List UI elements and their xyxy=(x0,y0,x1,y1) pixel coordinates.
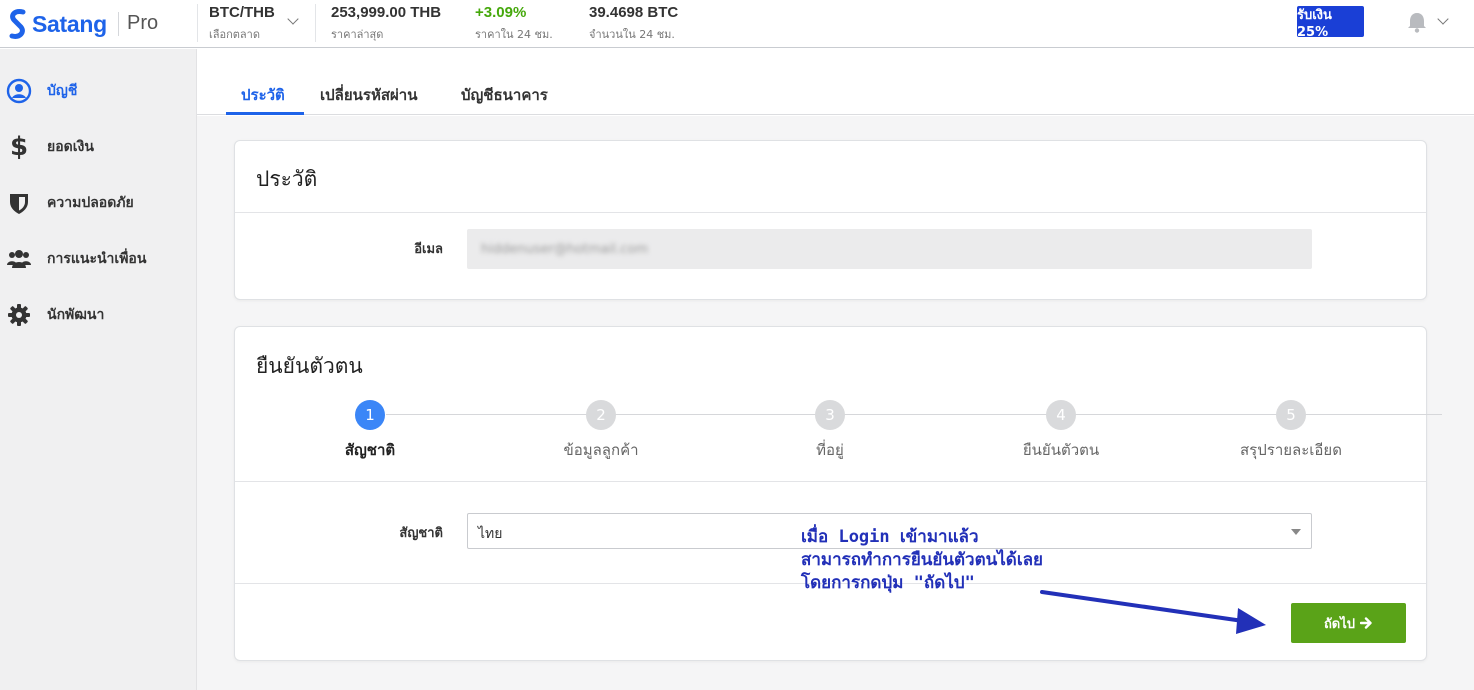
top-bar: Satang Pro BTC/THB เลือกตลาด 253,999.00 … xyxy=(0,0,1474,48)
shield-icon xyxy=(10,194,28,214)
annotation-line: โดยการกดปุ่ม "ถัดไป" xyxy=(801,573,975,593)
logo[interactable]: Satang xyxy=(8,8,107,40)
chevron-down-icon[interactable] xyxy=(1437,13,1449,25)
active-tab-indicator xyxy=(226,112,304,115)
sidebar-item-balance[interactable]: $ ยอดเงิน xyxy=(0,127,197,167)
chevron-down-icon[interactable] xyxy=(287,13,299,25)
verify-title: ยืนยันตัวตน xyxy=(256,354,363,378)
sidebar-item-referral[interactable]: การแนะนำเพื่อน xyxy=(0,239,197,279)
pair-sub: เลือกตลาด xyxy=(209,28,260,41)
sidebar-item-label: นักพัฒนา xyxy=(47,307,105,323)
step-3-label: ที่อยู่ xyxy=(816,441,844,459)
sidebar-item-label: ความปลอดภัย xyxy=(47,195,134,211)
step-3-circle: 3 xyxy=(815,400,845,430)
email-label: อีเมล xyxy=(414,242,443,257)
next-label: ถัดไป xyxy=(1323,616,1356,632)
pair-label: BTC/THB xyxy=(209,4,275,21)
satang-logo-icon xyxy=(9,9,26,39)
users-icon xyxy=(7,250,31,268)
email-value: hiddenuser@hotmail.com xyxy=(481,242,648,257)
sidebar-item-label: ยอดเงิน xyxy=(47,139,94,155)
last-price-sub: ราคาล่าสุด xyxy=(331,28,384,41)
sidebar-item-account[interactable]: บัญชี xyxy=(0,71,197,111)
dollar-icon: $ xyxy=(9,132,29,162)
step-5-circle: 5 xyxy=(1276,400,1306,430)
last-price-value: 253,999.00 THB xyxy=(331,4,442,21)
profile-title: ประวัติ xyxy=(256,167,318,191)
step-2-label: ข้อมูลลูกค้า xyxy=(563,441,639,459)
divider xyxy=(235,212,1426,213)
tab-change-password[interactable]: เปลี่ยนรหัสผ่าน xyxy=(320,83,417,107)
volume-value: 39.4698 BTC xyxy=(589,4,679,21)
step-2-circle: 2 xyxy=(586,400,616,430)
promo-button[interactable]: รับเงิน 25% xyxy=(1297,6,1364,40)
nationality-value: ไทย xyxy=(478,526,503,542)
step-4-label: ยืนยันตัวตน xyxy=(1022,441,1100,459)
change-24h: +3.09% ราคาใน 24 ชม. xyxy=(475,4,553,43)
tab-bank-account[interactable]: บัญชีธนาคาร xyxy=(461,83,548,107)
logo-text: Satang xyxy=(32,10,107,37)
sidebar-item-developer[interactable]: นักพัฒนา xyxy=(0,295,197,335)
sidebar-item-label: บัญชี xyxy=(47,83,78,99)
step-5-label: สรุปรายละเอียด xyxy=(1240,441,1342,459)
tab-profile[interactable]: ประวัติ xyxy=(241,83,285,107)
caret-down-icon xyxy=(1291,529,1301,535)
sidebar: บัญชี $ ยอดเงิน ความปลอดภัย การแนะนำเพื่… xyxy=(0,49,197,690)
user-circle-icon xyxy=(6,78,32,104)
annotation-text: เมื่อ Login เข้ามาแล้ว สามารถทำการยืนยัน… xyxy=(801,526,1043,595)
sidebar-item-security[interactable]: ความปลอดภัย xyxy=(0,183,197,223)
account-tabs: ประวัติ เปลี่ยนรหัสผ่าน บัญชีธนาคาร xyxy=(197,49,1474,115)
volume-sub: จำนวนใน 24 ชม. xyxy=(589,28,675,41)
nationality-label: สัญชาติ xyxy=(399,526,443,541)
annotation-line: เมื่อ Login เข้ามาแล้ว xyxy=(801,527,979,547)
change-value: +3.09% xyxy=(475,4,527,21)
bell-icon[interactable] xyxy=(1406,11,1428,33)
arrow-right-icon xyxy=(1360,617,1372,629)
profile-card: ประวัติ อีเมล hiddenuser@hotmail.com xyxy=(234,140,1427,300)
sidebar-item-label: การแนะนำเพื่อน xyxy=(47,251,147,267)
annotation-line: สามารถทำการยืนยันตัวตนได้เลย xyxy=(801,550,1044,570)
change-sub: ราคาใน 24 ชม. xyxy=(475,28,553,41)
next-button[interactable]: ถัดไป xyxy=(1291,603,1406,643)
last-price: 253,999.00 THB ราคาล่าสุด xyxy=(331,4,441,43)
volume-24h: 39.4698 BTC จำนวนใน 24 ชม. xyxy=(589,4,678,43)
email-field: hiddenuser@hotmail.com xyxy=(467,229,1312,269)
logo-suffix: Pro xyxy=(127,12,159,34)
step-4-circle: 4 xyxy=(1046,400,1076,430)
logo-divider xyxy=(118,12,119,36)
divider xyxy=(235,481,1426,482)
divider xyxy=(197,4,198,42)
gear-icon xyxy=(8,304,30,326)
market-selector[interactable]: BTC/THB เลือกตลาด xyxy=(209,4,275,43)
step-1-label: สัญชาติ xyxy=(344,441,396,459)
verify-card: ยืนยันตัวตน 1 2 3 4 5 สัญชาติ ข้อมูลลูกค… xyxy=(234,326,1442,661)
step-1-circle: 1 xyxy=(355,400,385,430)
divider xyxy=(315,4,316,42)
